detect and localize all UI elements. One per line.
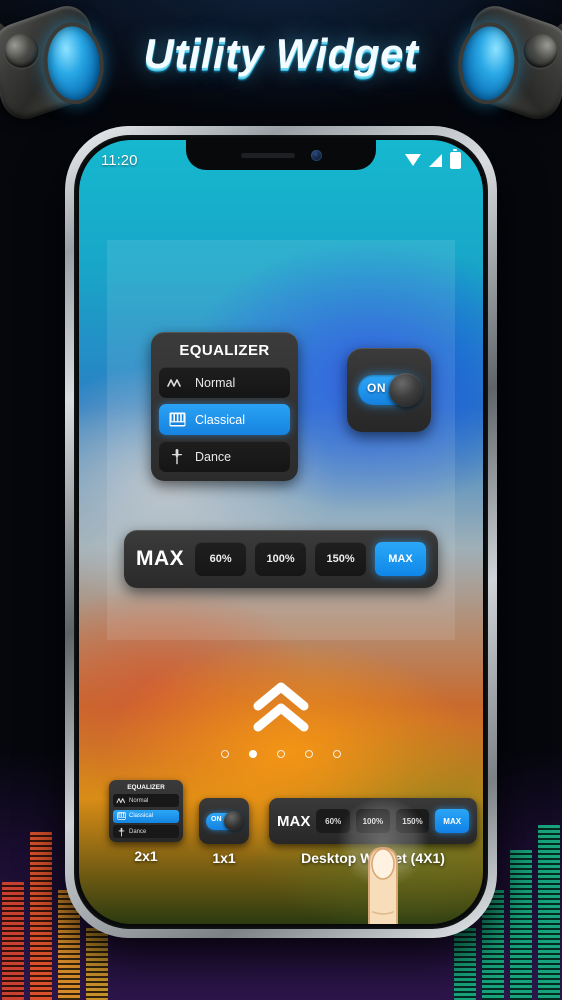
signal-icon xyxy=(429,153,442,167)
power-toggle-switch[interactable]: ON xyxy=(358,373,423,407)
equalizer-preset-label: Dance xyxy=(195,449,232,464)
volume-button-150[interactable]: 150% xyxy=(315,542,367,576)
waveform-icon xyxy=(159,377,195,389)
mini-preset-label: Classical xyxy=(129,813,154,819)
page-dot-2[interactable] xyxy=(277,750,285,758)
page-dot-0[interactable] xyxy=(221,750,229,758)
mini-equalizer-widget[interactable]: EQUALIZER Normal Classical Dance xyxy=(109,780,183,842)
wifi-icon xyxy=(405,154,421,166)
status-time: 11:20 xyxy=(101,151,138,169)
decor-bar xyxy=(454,928,476,1000)
mini-preset-label: Normal xyxy=(129,797,149,804)
piano-icon xyxy=(113,812,129,820)
decor-bar xyxy=(510,850,532,1000)
mini-toggle-knob[interactable] xyxy=(224,811,244,831)
phone-notch xyxy=(186,140,376,170)
equalizer-preset-classical[interactable]: Classical xyxy=(159,404,290,435)
piano-icon xyxy=(159,412,195,427)
page-dots[interactable] xyxy=(79,750,483,758)
microphone-icon xyxy=(159,448,195,465)
volume-button-max[interactable]: MAX xyxy=(375,542,426,576)
mini-preset-dance[interactable]: Dance xyxy=(113,825,179,838)
volume-max-widget[interactable]: MAX 60% 100% 150% MAX xyxy=(124,530,438,588)
mini-toggle-switch[interactable]: ON xyxy=(206,811,244,831)
mini-preset-normal[interactable]: Normal xyxy=(113,794,179,807)
mini-preset-classical[interactable]: Classical xyxy=(113,809,179,823)
page-title: Utility Widget xyxy=(143,30,419,77)
power-toggle-label: ON xyxy=(367,381,386,395)
waveform-icon xyxy=(113,797,129,804)
equalizer-widget-title: EQUALIZER xyxy=(179,342,270,359)
picker-item-toggle[interactable]: ON 1x1 xyxy=(199,798,249,866)
toggle-knob[interactable] xyxy=(389,373,423,407)
earpiece-grille-icon xyxy=(240,152,295,158)
mini-equalizer-title: EQUALIZER xyxy=(127,784,165,791)
page-dot-3[interactable] xyxy=(305,750,313,758)
power-toggle-widget[interactable]: ON xyxy=(347,348,431,432)
mini-preset-label: Dance xyxy=(129,828,147,835)
mini-toggle-label: ON xyxy=(211,816,222,823)
widget-picker: EQUALIZER Normal Classical Dance 2x1 ON … xyxy=(79,776,483,924)
equalizer-preset-label: Normal xyxy=(195,375,236,390)
equalizer-preset-normal[interactable]: Normal xyxy=(159,367,290,398)
picker-caption-1x1: 1x1 xyxy=(212,850,236,866)
picker-caption-2x1: 2x1 xyxy=(134,848,158,864)
decor-bar xyxy=(30,832,52,1000)
phone-bezel: 11:20 EQUALIZER Normal Classical Dance O… xyxy=(74,135,488,929)
pointing-hand-icon xyxy=(307,820,483,924)
decor-bar xyxy=(538,825,560,1000)
picker-item-equalizer[interactable]: EQUALIZER Normal Classical Dance 2x1 xyxy=(109,780,183,864)
front-camera-icon xyxy=(310,149,322,161)
volume-button-60[interactable]: 60% xyxy=(195,542,247,576)
equalizer-preset-dance[interactable]: Dance xyxy=(159,441,290,472)
phone-screen: 11:20 EQUALIZER Normal Classical Dance O… xyxy=(79,140,483,924)
decor-bar xyxy=(2,882,24,1000)
battery-icon xyxy=(450,148,461,169)
mini-max-label: MAX xyxy=(277,812,311,830)
status-icons xyxy=(405,148,461,169)
volume-max-label: MAX xyxy=(136,547,185,570)
equalizer-widget[interactable]: EQUALIZER Normal Classical Dance xyxy=(151,332,298,481)
decor-bar xyxy=(86,928,108,1000)
phone-mockup: 11:20 EQUALIZER Normal Classical Dance O… xyxy=(65,126,497,938)
page-dot-4[interactable] xyxy=(333,750,341,758)
page-dot-1[interactable] xyxy=(249,750,257,758)
microphone-icon xyxy=(113,827,129,837)
mini-toggle-widget[interactable]: ON xyxy=(199,798,249,844)
equalizer-preset-label: Classical xyxy=(195,412,246,427)
volume-button-100[interactable]: 100% xyxy=(255,542,307,576)
double-chevron-up-icon[interactable] xyxy=(250,680,312,734)
